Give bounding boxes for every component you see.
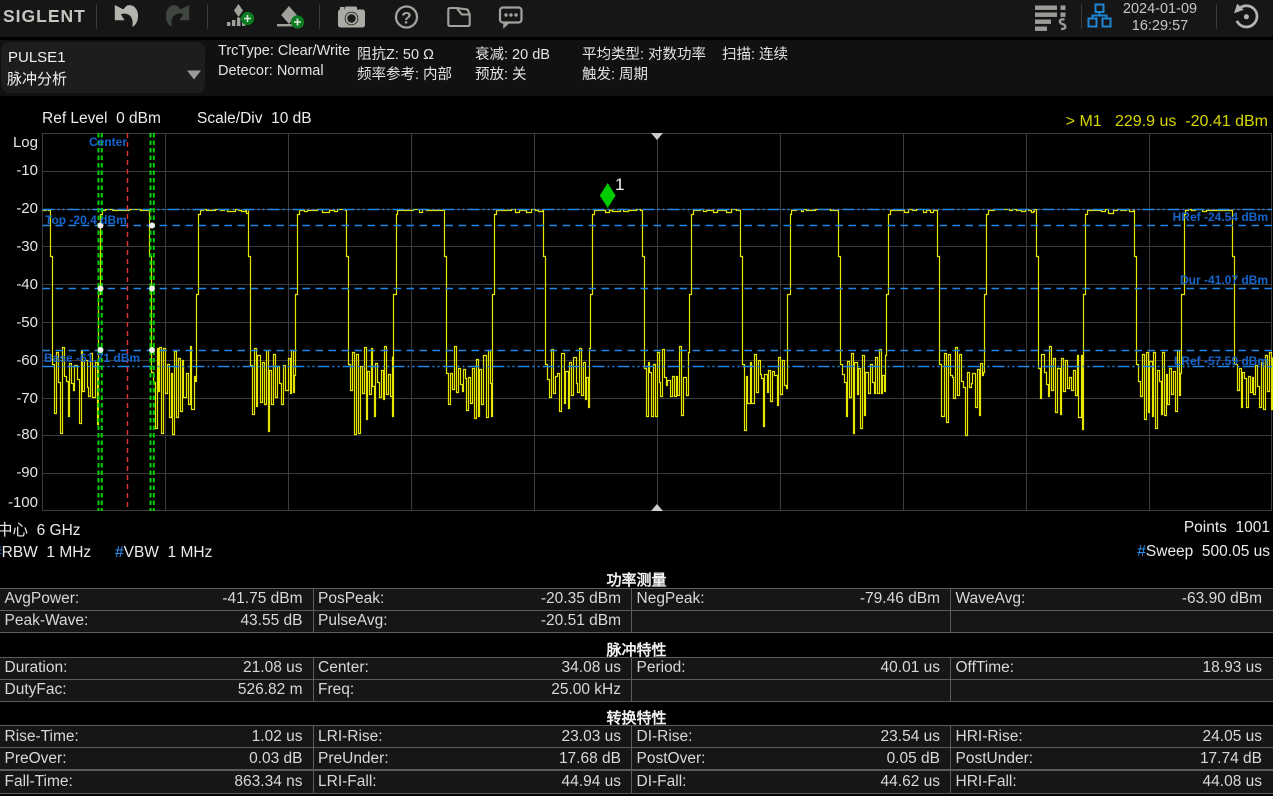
svg-text:1: 1 (615, 175, 624, 194)
